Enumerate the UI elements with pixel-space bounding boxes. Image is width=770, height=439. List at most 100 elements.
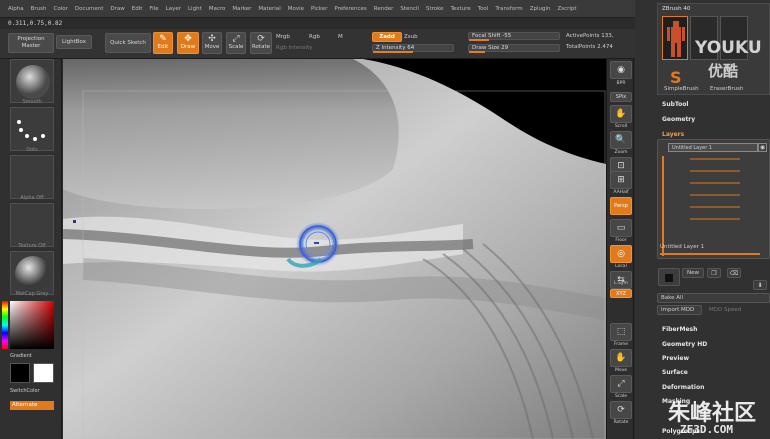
texture-slot[interactable] [10,203,54,247]
delete-layer-icon[interactable]: ⌫ [727,268,741,278]
switch-color-button[interactable]: SwitchColor [10,388,54,394]
hue-strip[interactable] [2,301,8,349]
m-toggle[interactable]: M [338,34,343,40]
lsym-button[interactable]: ⇆ [610,271,632,289]
mdd-speed-slider[interactable]: MDD Speed [709,307,741,313]
rotate-view-button[interactable]: ⟳ [610,401,632,419]
import-mdd-button[interactable]: Import MDD [657,305,702,315]
scale-button[interactable]: ⤢ Scale [226,32,246,54]
menu-movie[interactable]: Movie [288,6,304,12]
rgb-toggle[interactable]: Rgb [309,34,320,40]
local-button[interactable]: ◎ [610,245,632,263]
menu-alpha[interactable]: Alpha [8,6,24,12]
draw-button[interactable]: ✥ Draw [177,32,199,54]
eye-icon[interactable]: ◉ [758,143,767,152]
menu-render[interactable]: Render [374,6,394,12]
z-intensity-fill [373,51,413,53]
merge-layer-icon[interactable]: ⬇ [753,280,767,290]
zadd-toggle[interactable]: Zadd [372,32,402,42]
menu-tool[interactable]: Tool [478,6,489,12]
gradient-toggle[interactable]: Gradient [10,353,54,359]
alternate-button[interactable]: Alternate [10,401,54,410]
layers-list: Untitled Layer 1 ◉ Untitled Layer 1 [657,139,770,259]
layer-rows-area [668,158,763,233]
menu-document[interactable]: Document [75,6,104,12]
color-picker[interactable] [2,301,54,349]
subtool-section[interactable]: SubTool [662,101,688,108]
material-slot[interactable] [10,251,54,295]
menu-stroke[interactable]: Stroke [426,6,444,12]
menu-file[interactable]: File [149,6,158,12]
move-view-icon: ✋ [615,353,627,363]
viewport-canvas[interactable] [63,59,606,439]
layers-section[interactable]: Layers [662,131,684,138]
main-color-swatch[interactable] [10,363,30,383]
menu-light[interactable]: Light [188,6,202,12]
rotate-button[interactable]: ⟳ Rotate [250,32,272,54]
z-intensity-slider[interactable]: Z Intensity 64 [372,44,454,53]
menu-stencil[interactable]: Stencil [400,6,419,12]
geometry-section[interactable]: Geometry [662,116,695,123]
youku-watermark-cn: 优酷 [708,62,739,80]
simple-brush-icon[interactable]: S [670,68,682,87]
menu-texture[interactable]: Texture [451,6,471,12]
stroke-slot[interactable] [10,107,54,151]
xyz-button[interactable]: XYZ [610,289,632,298]
geometry-hd-section[interactable]: Geometry HD [662,341,707,348]
move-view-button[interactable]: ✋ [610,349,632,367]
fibermesh-section[interactable]: FiberMesh [662,326,697,333]
projection-master-button[interactable]: Projection Master [8,33,54,53]
menu-zplugin[interactable]: Zplugin [530,6,551,12]
edit-button[interactable]: ✎ Edit [153,32,173,54]
new-layer-button[interactable]: New [682,268,704,278]
move-button[interactable]: ✣ Move [202,32,222,54]
bpr-button[interactable]: ◉ [610,61,632,79]
zsub-toggle[interactable]: Zsub [404,34,418,40]
bake-all-button[interactable]: Bake All [657,293,770,303]
menu-draw[interactable]: Draw [110,6,124,12]
lightbox-button[interactable]: LightBox [56,35,92,49]
menu-material[interactable]: Material [258,6,280,12]
scale-view-button[interactable]: ⤢ [610,375,632,393]
layer-bottom-name: Untitled Layer 1 [660,244,705,250]
layer-row-1[interactable]: Untitled Layer 1 [668,143,758,152]
menu-zscript[interactable]: Zscript [557,6,576,12]
frame-button[interactable]: ⬚ [610,323,632,341]
alpha-slot[interactable] [10,155,54,199]
menu-marker[interactable]: Marker [232,6,251,12]
secondary-color-swatch[interactable] [33,363,54,383]
mrgb-toggle[interactable]: Mrgb [276,34,290,40]
aahalf-button[interactable]: ⊞ [610,171,632,189]
surface-section[interactable]: Surface [662,369,688,376]
scroll-button[interactable]: ✋ [610,105,632,123]
floor-button[interactable]: ▭ [610,219,632,237]
zoom-button[interactable]: 🔍 [610,131,632,149]
layer-scroll-bar[interactable] [662,156,664,256]
spix-button[interactable]: SPix [610,92,632,102]
tool-thumbnail[interactable] [662,16,688,60]
texture-slot-label: Texture Off [18,243,46,249]
dots-stroke-icon [17,120,45,141]
menu-macro[interactable]: Macro [209,6,226,12]
preview-section[interactable]: Preview [662,355,689,362]
menu-layer[interactable]: Layer [166,6,181,12]
duplicate-layer-icon[interactable]: ❐ [707,268,721,278]
brush-slot[interactable] [10,59,54,103]
menu-preferences[interactable]: Preferences [334,6,366,12]
brush-slot-label: Smooth [22,99,42,105]
menu-picker[interactable]: Picker [311,6,327,12]
persp-button[interactable]: Persp [610,197,632,215]
lsym-label: L.Sym [614,281,628,286]
focal-shift-slider[interactable]: Focal Shift -55 [468,32,560,41]
menu-brush[interactable]: Brush [31,6,47,12]
menu-edit[interactable]: Edit [132,6,143,12]
layer-bottom-slider[interactable] [660,253,760,255]
menu-color[interactable]: Color [54,6,68,12]
menu-transform[interactable]: Transform [495,6,522,12]
rgb-intensity-slider[interactable]: Rgb Intensity [276,45,313,51]
deformation-section[interactable]: Deformation [662,384,704,391]
quick-sketch-button[interactable]: Quick Sketch [105,33,151,53]
layer-record-button[interactable] [658,268,680,286]
draw-size-slider[interactable]: Draw Size 29 [468,44,560,53]
draw-label: Draw [180,44,196,51]
